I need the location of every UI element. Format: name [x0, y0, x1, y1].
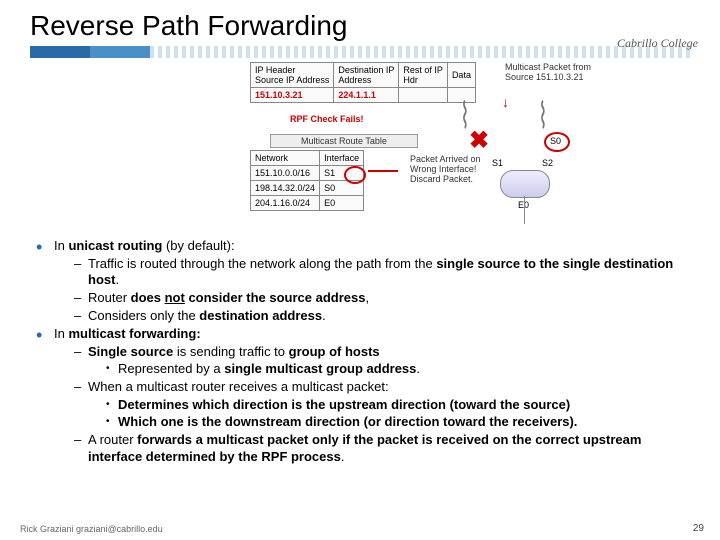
- s1-circle-icon: [344, 166, 366, 184]
- mrt-h: Interface: [320, 151, 364, 166]
- mrt-title: Multicast Route Table: [270, 134, 418, 148]
- s0-circle-icon: [544, 132, 570, 152]
- list-item: In multicast forwarding: Single source i…: [36, 326, 696, 465]
- decorative-bar: [30, 46, 690, 58]
- list-item: In unicast routing (by default): Traffic…: [36, 238, 696, 324]
- arrive-label: Packet Arrived onWrong Interface!Discard…: [410, 154, 481, 184]
- dst-ip: 224.1.1.1: [334, 88, 399, 103]
- college-logo: Cabrillo College: [617, 36, 698, 51]
- zigzag-icon: ⌇: [538, 94, 548, 139]
- list-item: Which one is the downstream direction (o…: [106, 414, 696, 431]
- list-item: Considers only the destination address.: [74, 308, 696, 325]
- port-label: S1: [492, 158, 503, 168]
- list-item: A router forwards a multicast packet onl…: [74, 432, 696, 465]
- hdr-cell: Destination IPAddress: [334, 63, 399, 88]
- list-item: When a multicast router receives a multi…: [74, 379, 696, 431]
- list-item: Single source is sending traffic to grou…: [74, 344, 696, 378]
- hdr-cell: Data: [447, 63, 475, 88]
- mrt-cell: 198.14.32.0/24: [251, 181, 320, 196]
- down-arrow-icon: ↓: [502, 94, 509, 110]
- content-list: In unicast routing (by default): Traffic…: [36, 238, 696, 465]
- page-number: 29: [693, 523, 704, 534]
- list-item: Router does not consider the source addr…: [74, 290, 696, 307]
- mrt-h: Network: [251, 151, 320, 166]
- hdr-cell: IP HeaderSource IP Address: [251, 63, 334, 88]
- port-label: S2: [542, 158, 553, 168]
- list-item: Represented by a single multicast group …: [106, 361, 696, 378]
- line-icon: [524, 196, 525, 224]
- discard-x-icon: ✖: [469, 126, 489, 155]
- footer-credit: Rick Graziani graziani@cabrillo.edu: [20, 524, 163, 534]
- hdr-cell: Rest of IPHdr: [399, 63, 448, 88]
- red-arrow-icon: [368, 170, 398, 172]
- mrt-cell: 204.1.16.0/24: [251, 196, 320, 211]
- list-item: Traffic is routed through the network al…: [74, 256, 696, 289]
- mrt-cell: E0: [320, 196, 364, 211]
- page-title: Reverse Path Forwarding: [0, 0, 720, 46]
- list-item: Determines which direction is the upstre…: [106, 397, 696, 414]
- side-label: Multicast Packet fromSource 151.10.3.21: [505, 62, 591, 82]
- mrt-cell: 151.10.0.0/16: [251, 166, 320, 181]
- src-ip: 151.10.3.21: [251, 88, 334, 103]
- rpf-fail-label: RPF Check Fails!: [290, 114, 364, 124]
- rpf-diagram: IP HeaderSource IP Address Destination I…: [30, 62, 690, 232]
- router-icon: [500, 170, 550, 198]
